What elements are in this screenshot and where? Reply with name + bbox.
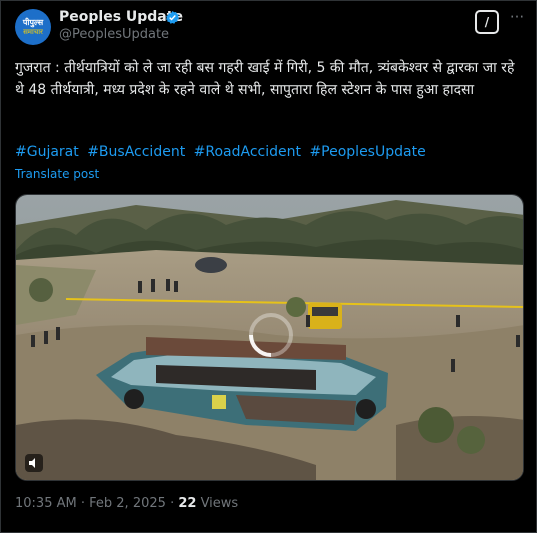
- post-video[interactable]: [15, 194, 524, 481]
- mute-icon[interactable]: [25, 454, 43, 472]
- author-handle[interactable]: @PeoplesUpdate: [59, 27, 169, 42]
- hashtag-link[interactable]: #PeoplesUpdate: [309, 144, 425, 160]
- translate-post-link[interactable]: Translate post: [15, 167, 99, 181]
- views-count: 22: [178, 496, 197, 511]
- avatar-line2: समाचार: [23, 28, 43, 36]
- post-meta: 10:35 AM · Feb 2, 2025 · 22 Views: [15, 496, 238, 511]
- post-date[interactable]: Feb 2, 2025: [89, 496, 166, 511]
- separator: ·: [80, 496, 85, 511]
- views-label: Views: [200, 496, 239, 511]
- verified-badge-icon: [165, 10, 180, 24]
- video-frame: [16, 195, 523, 480]
- separator: ·: [170, 496, 175, 511]
- post-text: गुजरात : तीर्थयात्रियों को ले जा रही बस …: [15, 60, 515, 98]
- mute-icon-glyph: [29, 458, 35, 468]
- post-card[interactable]: पीपुल्स समाचार Peoples Update @PeoplesUp…: [0, 0, 537, 533]
- hashtags: #Gujarat #BusAccident #RoadAccident #Peo…: [15, 144, 430, 160]
- more-options-icon[interactable]: ···: [507, 8, 527, 28]
- avatar[interactable]: पीपुल्स समाचार: [15, 9, 51, 45]
- grok-icon[interactable]: /: [475, 10, 499, 34]
- hashtag-link[interactable]: #Gujarat: [15, 144, 79, 160]
- hashtag-link[interactable]: #BusAccident: [87, 144, 185, 160]
- hashtag-link[interactable]: #RoadAccident: [194, 144, 301, 160]
- post-time[interactable]: 10:35 AM: [15, 496, 77, 511]
- avatar-line1: पीपुल्स: [22, 18, 44, 27]
